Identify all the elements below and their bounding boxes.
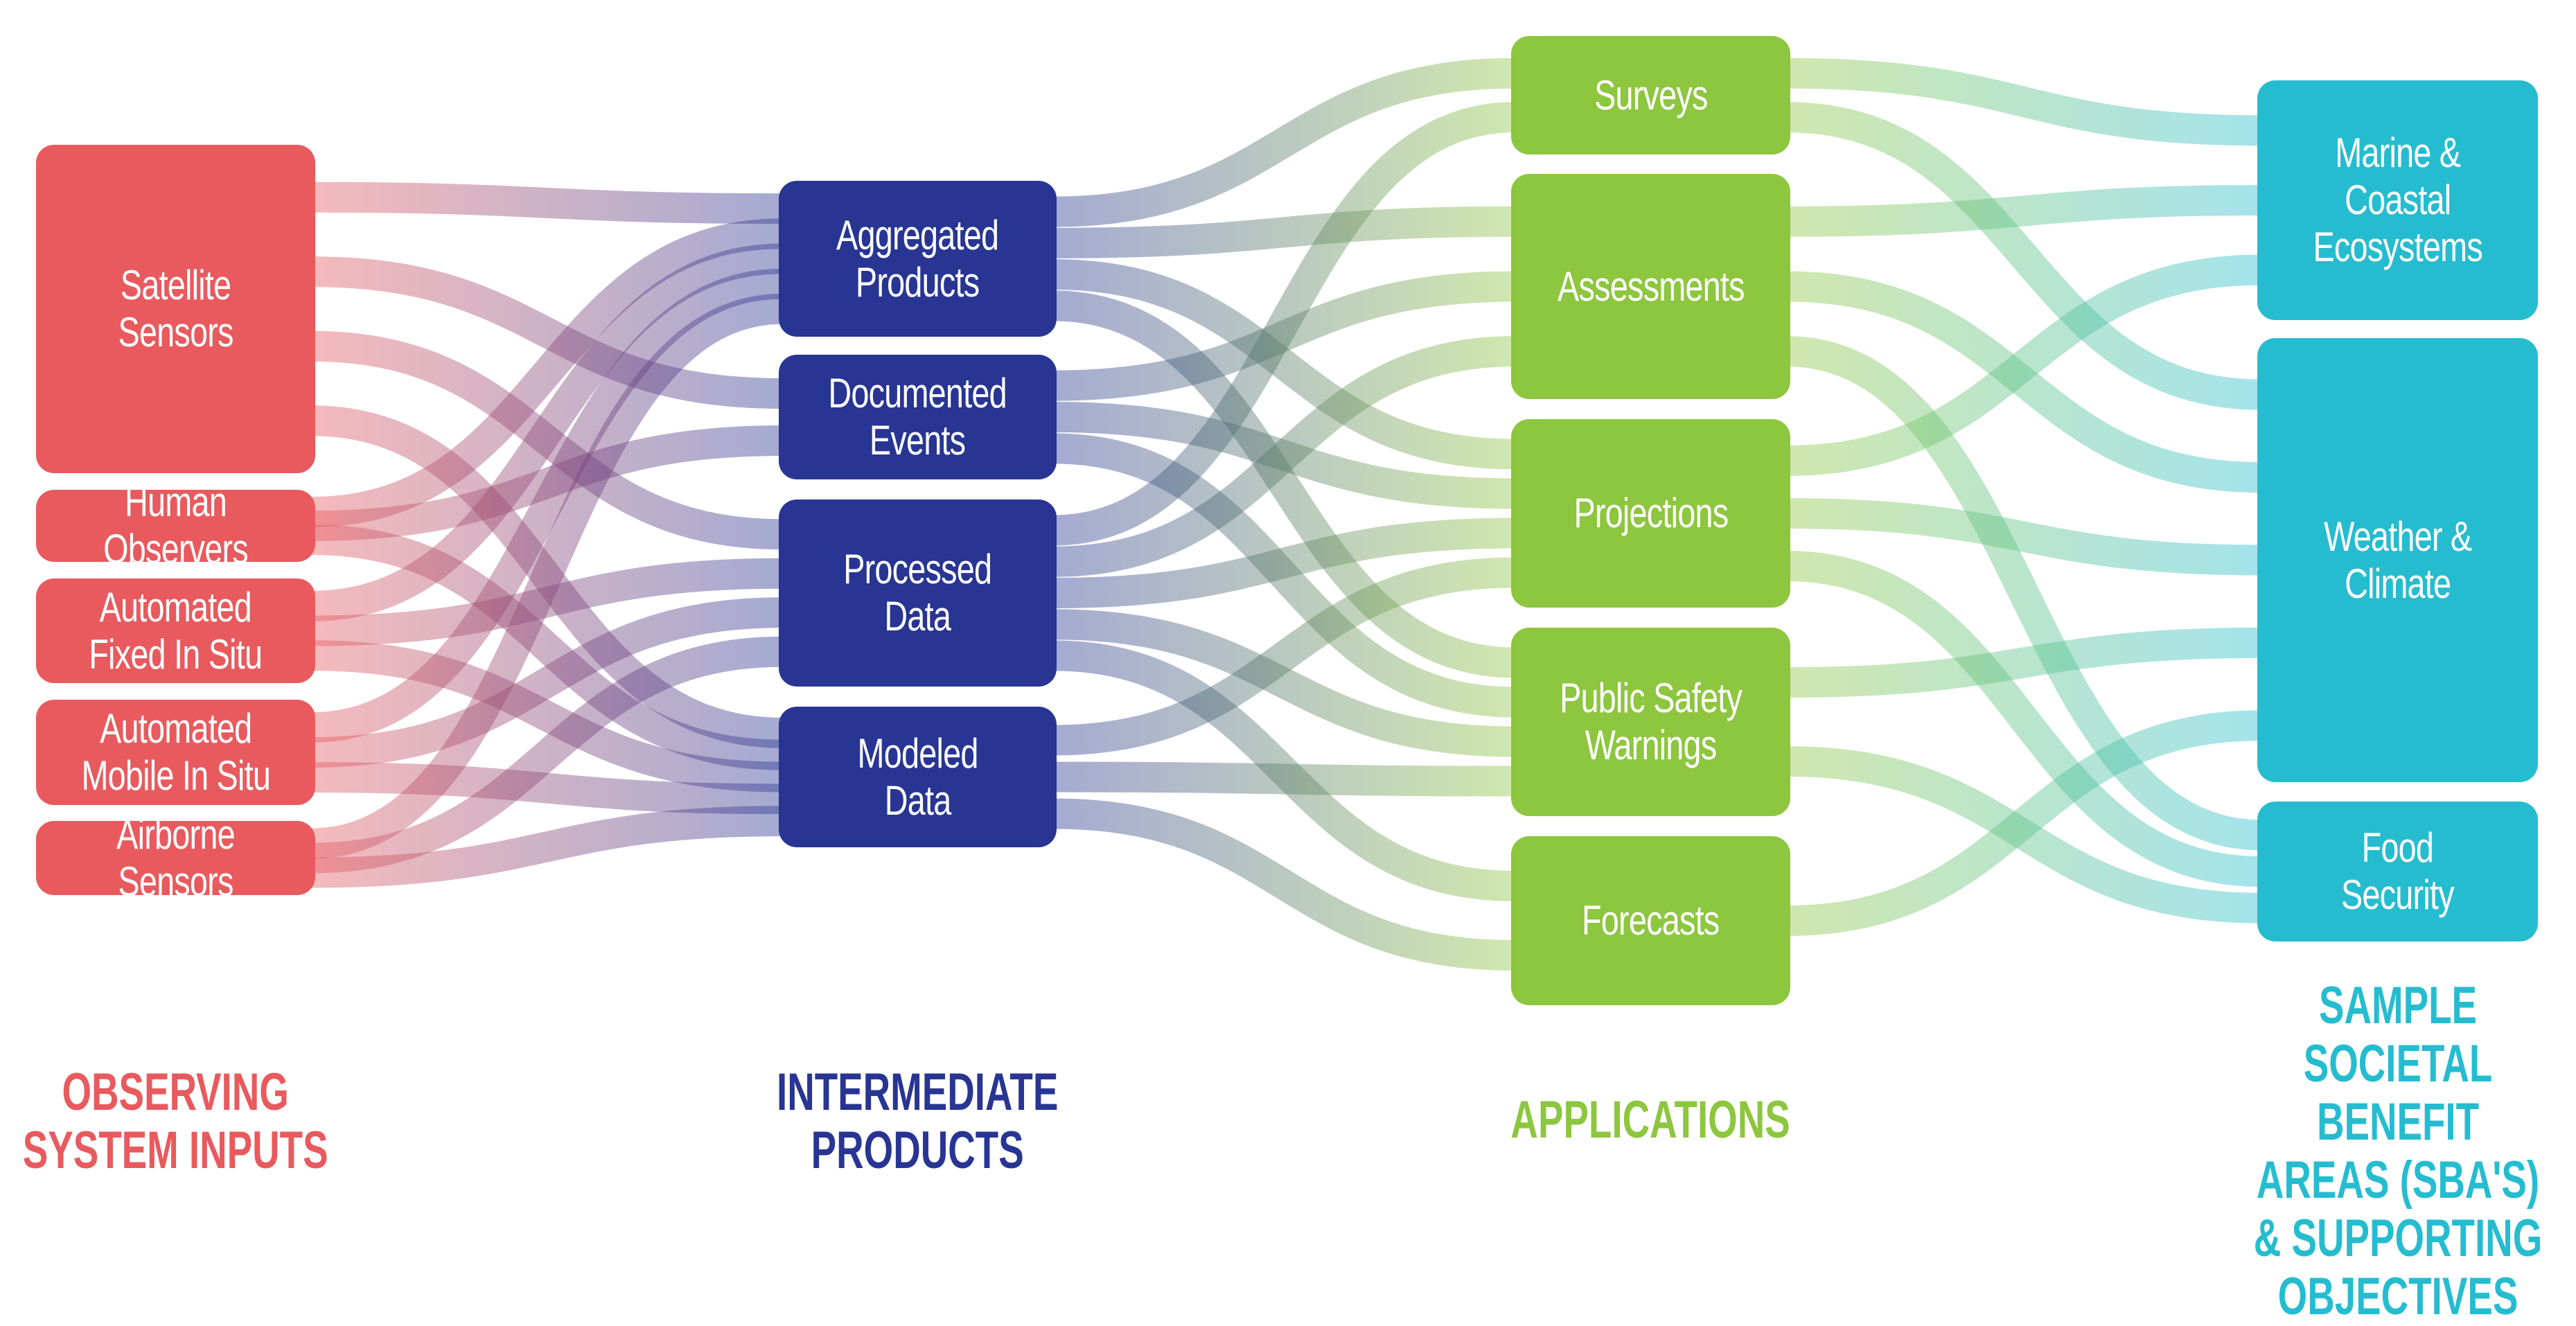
node-label: Projections xyxy=(1573,490,1728,537)
column-title: SAMPLE SOCIETAL BENEFIT AREAS (SBA'S) & … xyxy=(2155,977,2576,1326)
column-title: INTERMEDIATE PRODUCTS xyxy=(676,1063,1161,1180)
node-agg: Aggregated Products xyxy=(779,181,1057,337)
node-air: Airborne Sensors xyxy=(36,821,315,895)
node-mob: Automated Mobile In Situ xyxy=(36,700,315,805)
node-sur: Surveys xyxy=(1511,36,1790,154)
column-title-text: INTERMEDIATE PRODUCTS xyxy=(777,1063,1058,1180)
node-label: Forecasts xyxy=(1582,897,1719,944)
node-label: Surveys xyxy=(1594,72,1708,119)
column-title-text: SAMPLE SOCIETAL BENEFIT AREAS (SBA'S) & … xyxy=(2223,977,2573,1326)
node-label: Food Security xyxy=(2341,824,2454,919)
node-ass: Assessments xyxy=(1511,174,1790,399)
link-psw-wea xyxy=(1787,643,2261,682)
link-ass-mar xyxy=(1787,200,2261,222)
column-title: APPLICATIONS xyxy=(1409,1091,1894,1149)
node-label: Automated Mobile In Situ xyxy=(81,705,270,799)
link-mod-psw xyxy=(1053,777,1515,781)
node-hum: Human Observers xyxy=(36,490,315,562)
node-label: Public Safety Warnings xyxy=(1560,675,1742,769)
node-label: Modeled Data xyxy=(857,730,978,824)
node-pro: Processed Data xyxy=(779,500,1057,687)
node-label: Satellite Sensors xyxy=(118,262,233,356)
node-doc: Documented Events xyxy=(779,355,1057,479)
node-foo: Food Security xyxy=(2257,802,2538,942)
node-sat: Satellite Sensors xyxy=(36,145,315,473)
node-psw: Public Safety Warnings xyxy=(1511,628,1790,816)
node-wea: Weather & Climate xyxy=(2257,338,2538,782)
link-prj-wea xyxy=(1787,513,2261,560)
node-label: Weather & Climate xyxy=(2324,513,2471,608)
node-label: Assessments xyxy=(1558,263,1745,310)
node-label: Human Observers xyxy=(67,479,284,573)
node-fix: Automated Fixed In Situ xyxy=(36,578,315,683)
node-label: Marine & Coastal Ecosystems xyxy=(2313,130,2482,271)
column-title: OBSERVING SYSTEM INPUTS xyxy=(0,1063,418,1180)
node-label: Aggregated Products xyxy=(836,212,998,306)
link-agg-ass xyxy=(1053,222,1515,243)
node-label: Documented Events xyxy=(829,370,1007,464)
node-for: Forecasts xyxy=(1511,836,1790,1005)
column-title-text: OBSERVING SYSTEM INPUTS xyxy=(23,1063,328,1180)
link-sat-agg xyxy=(312,197,782,209)
node-label: Processed Data xyxy=(843,546,991,640)
node-label: Airborne Sensors xyxy=(67,811,284,905)
node-label: Automated Fixed In Situ xyxy=(89,584,263,678)
node-mar: Marine & Coastal Ecosystems xyxy=(2257,80,2538,320)
node-mod: Modeled Data xyxy=(779,707,1057,847)
column-title-text: APPLICATIONS xyxy=(1511,1091,1790,1149)
node-prj: Projections xyxy=(1511,419,1790,608)
